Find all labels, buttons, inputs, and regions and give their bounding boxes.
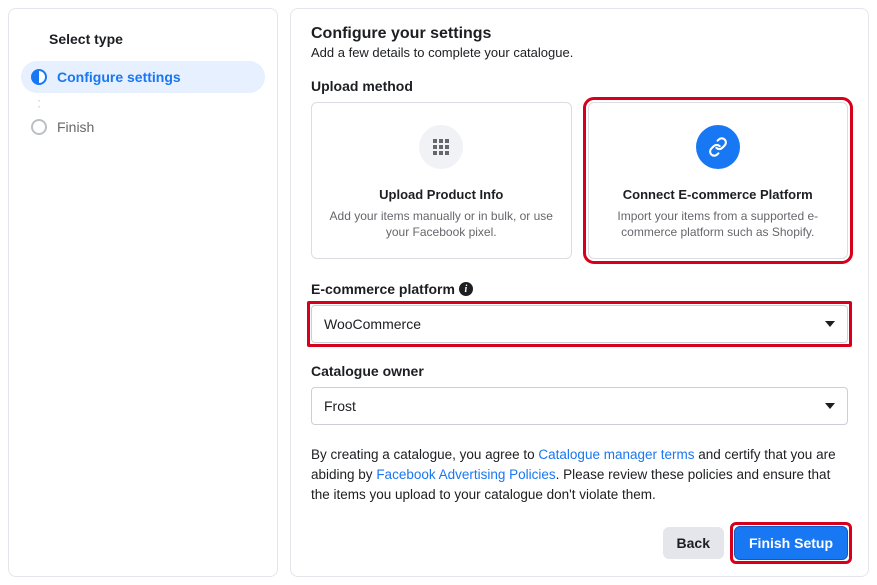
platform-select[interactable]: WooCommerce xyxy=(311,305,848,343)
owner-select[interactable]: Frost xyxy=(311,387,848,425)
card-title: Connect E-commerce Platform xyxy=(605,187,832,202)
owner-label: Catalogue owner xyxy=(311,363,848,379)
info-icon[interactable]: i xyxy=(459,282,473,296)
owner-value: Frost xyxy=(324,398,356,414)
step-configure-settings[interactable]: Configure settings xyxy=(21,61,265,93)
card-desc: Import your items from a supported e-com… xyxy=(605,208,832,240)
back-button[interactable]: Back xyxy=(663,527,724,559)
sidebar-heading: Select type xyxy=(21,21,265,61)
step-indicator-active-icon xyxy=(31,69,47,85)
platform-label: E-commerce platform i xyxy=(311,281,848,297)
step-label: Configure settings xyxy=(57,70,181,84)
finish-button-highlight: Finish Setup xyxy=(734,526,848,560)
sidebar: Select type Configure settings ·· Finish xyxy=(8,8,278,577)
platform-select-wrap: WooCommerce xyxy=(311,305,848,343)
chevron-down-icon xyxy=(825,403,835,409)
step-label: Finish xyxy=(57,120,94,134)
upload-method-cards: Upload Product Info Add your items manua… xyxy=(311,102,848,259)
action-bar: Back Finish Setup xyxy=(311,526,848,560)
owner-select-wrap: Frost xyxy=(311,387,848,425)
step-finish[interactable]: Finish xyxy=(21,111,265,143)
card-upload-product-info[interactable]: Upload Product Info Add your items manua… xyxy=(311,102,572,259)
platform-value: WooCommerce xyxy=(324,316,421,332)
chevron-down-icon xyxy=(825,321,835,327)
page-subtitle: Add a few details to complete your catal… xyxy=(311,45,848,60)
page-title: Configure your settings xyxy=(311,25,848,43)
link-catalogue-terms[interactable]: Catalogue manager terms xyxy=(538,447,694,462)
terms-text: By creating a catalogue, you agree to Ca… xyxy=(311,445,848,504)
finish-setup-button[interactable]: Finish Setup xyxy=(734,526,848,560)
card-desc: Add your items manually or in bulk, or u… xyxy=(328,208,555,240)
card-title: Upload Product Info xyxy=(328,187,555,202)
link-advertising-policies[interactable]: Facebook Advertising Policies xyxy=(376,467,555,482)
card-connect-ecommerce[interactable]: Connect E-commerce Platform Import your … xyxy=(588,102,849,259)
step-connector-icon: ·· xyxy=(21,97,265,109)
main-panel: Configure your settings Add a few detail… xyxy=(290,8,869,577)
upload-method-label: Upload method xyxy=(311,78,848,94)
link-icon xyxy=(696,125,740,169)
grid-icon xyxy=(419,125,463,169)
step-indicator-inactive-icon xyxy=(31,119,47,135)
